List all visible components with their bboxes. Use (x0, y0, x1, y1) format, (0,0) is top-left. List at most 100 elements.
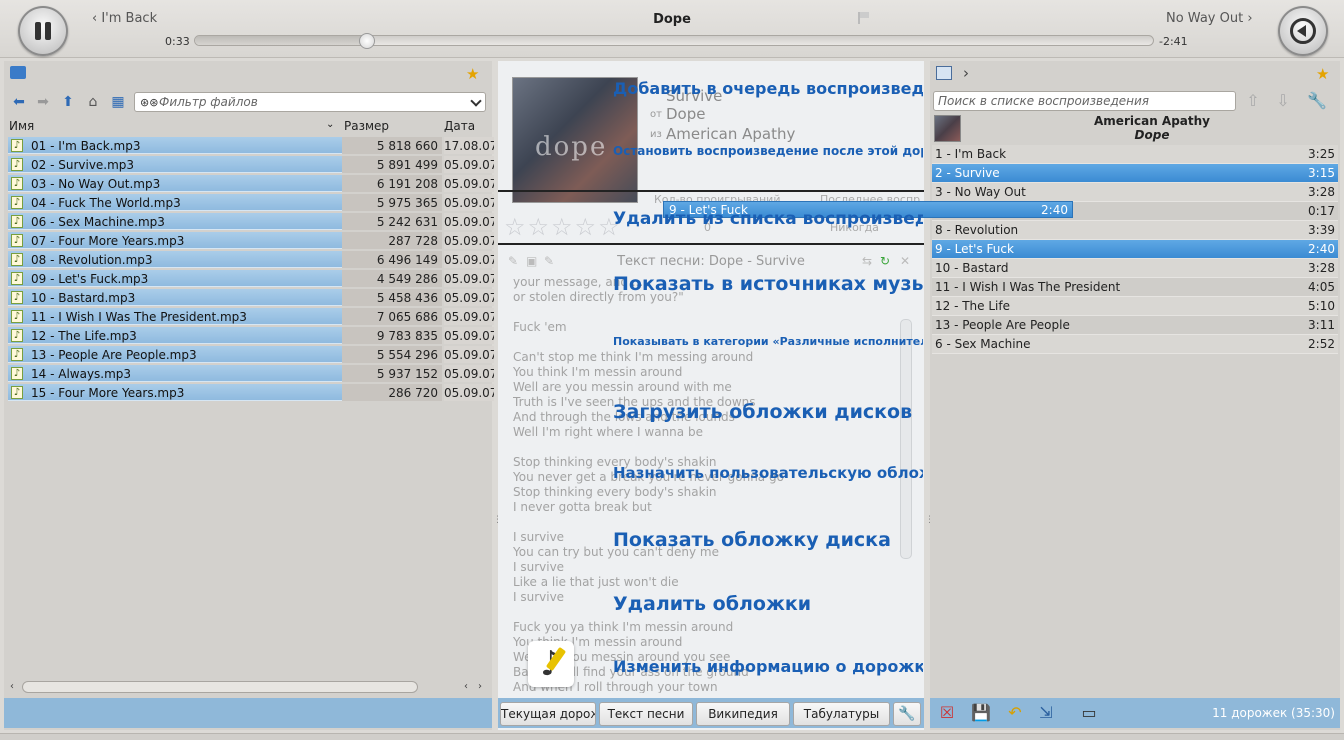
arrow-down-icon[interactable]: ⇩ (1272, 92, 1294, 110)
column-header-size[interactable]: Размер (344, 119, 389, 133)
playlist-row[interactable]: 3 - No Way Out 3:28 (932, 183, 1338, 202)
file-row[interactable]: ♪ 09 - Let's Fuck.mp3 4 549 286 05.09.07 (8, 269, 494, 288)
seek-slider[interactable] (194, 33, 1154, 49)
playlist-row[interactable]: 8 - Revolution 3:39 (932, 221, 1338, 240)
previous-track-button[interactable]: ‹ I'm Back (92, 11, 157, 26)
save-playlist-icon[interactable]: 💾 (970, 703, 992, 723)
horizontal-scrollbar[interactable] (22, 681, 418, 693)
tab-lyrics[interactable]: Текст песни (599, 702, 693, 726)
file-row[interactable]: ♪ 12 - The Life.mp3 9 783 835 05.09.07 (8, 326, 494, 345)
playlist-row[interactable]: 1 - I'm Back 3:25 (932, 145, 1338, 164)
menu-add-to-queue[interactable]: Добавить в очередь воспроизведения (613, 79, 923, 98)
playlist-row[interactable]: 6 - Sex Machine 2:52 (932, 335, 1338, 354)
track-duration: 3:28 (1308, 185, 1335, 199)
tab-current-track[interactable]: Текущая дорожка (500, 702, 596, 726)
playlist-row[interactable]: 10 - Bastard 3:28 (932, 259, 1338, 278)
file-filter-input[interactable] (159, 94, 459, 110)
playlist-row[interactable]: 12 - The Life 5:10 (932, 297, 1338, 316)
file-date: 05.09.07 (444, 384, 494, 401)
export-icon[interactable]: ⇲ (1035, 703, 1057, 723)
undo-icon[interactable]: ↶ (1004, 703, 1026, 723)
column-header-date[interactable]: Дата (444, 119, 475, 133)
menu-show-in-collection[interactable]: Показать в источниках музыки (613, 273, 923, 295)
file-filter-box[interactable]: ⊛⊛ (134, 92, 486, 112)
playlist-row[interactable]: 11 - I Wish I Was The President 4:05 (932, 278, 1338, 297)
chevron-right-icon[interactable]: › (963, 64, 969, 82)
scroll-right-icon[interactable]: › (478, 681, 482, 692)
menu-show-cover[interactable]: Показать обложку диска (613, 529, 923, 551)
menu-stop-after-track[interactable]: Остановить воспроизведение после этой до… (613, 144, 923, 158)
back-arrow-icon[interactable]: ⬅ (10, 94, 28, 110)
file-row[interactable]: ♪ 13 - People Are People.mp3 5 554 296 05.0… (8, 345, 494, 364)
chevron-down-icon[interactable] (470, 95, 482, 107)
refresh-icon[interactable]: ↻ (880, 254, 890, 268)
music-file-icon: ♪ (11, 139, 23, 152)
column-header-name[interactable]: Имя (9, 119, 34, 133)
menu-fetch-covers[interactable]: Загрузить обложки дисков (613, 401, 923, 423)
track-duration: 5:10 (1308, 299, 1335, 313)
menu-remove-from-playlist[interactable]: Удалить из списка воспроизведения (613, 209, 923, 229)
file-row[interactable]: ♪ 06 - Sex Machine.mp3 5 242 631 05.09.07 (8, 212, 494, 231)
menu-edit-track-info[interactable]: Изменить информацию о дорожке (613, 657, 923, 676)
track-duration: 4:05 (1308, 280, 1335, 294)
file-row[interactable]: ♪ 15 - Four More Years.mp3 286 720 05.09.07 (8, 383, 494, 402)
next-track-button[interactable]: No Way Out › (1166, 11, 1253, 26)
elapsed-time: 0:33 (165, 35, 190, 48)
file-row[interactable]: ♪ 07 - Four More Years.mp3 287 728 05.09.07 (8, 231, 494, 250)
home-icon[interactable]: ⌂ (84, 94, 102, 110)
remaining-time: -2:41 (1159, 35, 1188, 48)
context-album[interactable]: American Apathy (666, 125, 795, 143)
file-row[interactable]: ♪ 08 - Revolution.mp3 6 496 149 05.09.07 (8, 250, 494, 269)
playlist-search-input[interactable] (938, 93, 1232, 109)
forward-arrow-icon[interactable]: ➡ (34, 94, 52, 110)
vertical-scrollbar[interactable] (900, 319, 912, 559)
file-row[interactable]: ♪ 01 - I'm Back.mp3 5 818 660 17.08.07 (8, 136, 494, 155)
menu-remove-covers[interactable]: Удалить обложки (613, 593, 923, 615)
close-icon[interactable]: ✕ (900, 254, 910, 268)
splitter-handle[interactable]: ⋮ (493, 515, 502, 527)
sort-chevron-icon[interactable]: ⌄ (326, 119, 334, 130)
playlist-tools-icon[interactable]: 🔧 (1306, 92, 1328, 110)
file-row[interactable]: ♪ 04 - Fuck The World.mp3 5 975 365 05.09.0… (8, 193, 494, 212)
play-pause-button[interactable] (18, 6, 68, 56)
file-name: 07 - Four More Years.mp3 (31, 234, 185, 248)
places-icon[interactable]: ▦ (109, 94, 127, 110)
music-file-icon: ♪ (11, 272, 23, 285)
file-row[interactable]: ♪ 11 - I Wish I Was The President.mp3 7 06… (8, 307, 494, 326)
file-size: 5 937 152 (342, 365, 442, 382)
scroll-left-icon[interactable]: ‹ (464, 681, 468, 692)
files-source-icon[interactable] (10, 66, 26, 79)
bookmark-flag-icon[interactable] (858, 12, 870, 24)
playlist-search-box[interactable] (933, 91, 1236, 111)
file-size: 4 549 286 (342, 270, 442, 287)
clear-playlist-icon[interactable]: ☒ (936, 703, 958, 723)
playlist-icon[interactable] (936, 66, 952, 80)
splitter-handle[interactable]: ⋮ (925, 515, 934, 527)
pause-icon (35, 22, 41, 40)
file-row[interactable]: ♪ 03 - No Way Out.mp3 6 191 208 05.09.07 (8, 174, 494, 193)
context-artist[interactable]: Dope (666, 105, 705, 123)
search-lyrics-icon[interactable]: ⇆ (862, 254, 872, 268)
scroll-left-icon[interactable]: ‹ (10, 681, 14, 692)
rating-stars[interactable]: ☆☆☆☆☆ (504, 213, 622, 241)
playlist-layout-icon[interactable]: ▭ (1078, 703, 1100, 723)
favorite-star-icon[interactable]: ★ (466, 66, 482, 82)
tab-wikipedia[interactable]: Википедия (696, 702, 790, 726)
playlist-row[interactable]: 2 - Survive 3:15 (932, 164, 1338, 183)
file-row[interactable]: ♪ 10 - Bastard.mp3 5 458 436 05.09.07 (8, 288, 494, 307)
favorite-star-icon[interactable]: ★ (1316, 66, 1332, 82)
playlist-row[interactable]: 13 - People Are People 3:11 (932, 316, 1338, 335)
menu-set-custom-cover[interactable]: Назначить пользовательскую обложку (613, 464, 923, 482)
up-arrow-icon[interactable]: ⬆ (59, 94, 77, 110)
arrow-up-icon[interactable]: ⇧ (1242, 92, 1264, 110)
playlist-footer: ☒ 💾 ↶ ⇲ ▭ 11 дорожек (35:30) (930, 698, 1340, 728)
applets-config-button[interactable]: 🔧 (893, 702, 921, 726)
seek-handle[interactable] (359, 33, 376, 49)
file-row[interactable]: ♪ 02 - Survive.mp3 5 891 499 05.09.07 (8, 155, 494, 174)
file-row[interactable]: ♪ 14 - Always.mp3 5 937 152 05.09.07 (8, 364, 494, 383)
playlist-row[interactable]: 9 - Let's Fuck 2:40 (932, 240, 1338, 259)
menu-show-various-artists[interactable]: Показывать в категории «Различные исполн… (613, 335, 923, 348)
volume-button[interactable] (1278, 6, 1328, 56)
file-size: 6 191 208 (342, 175, 442, 192)
tab-tabs[interactable]: Табулатуры (793, 702, 890, 726)
